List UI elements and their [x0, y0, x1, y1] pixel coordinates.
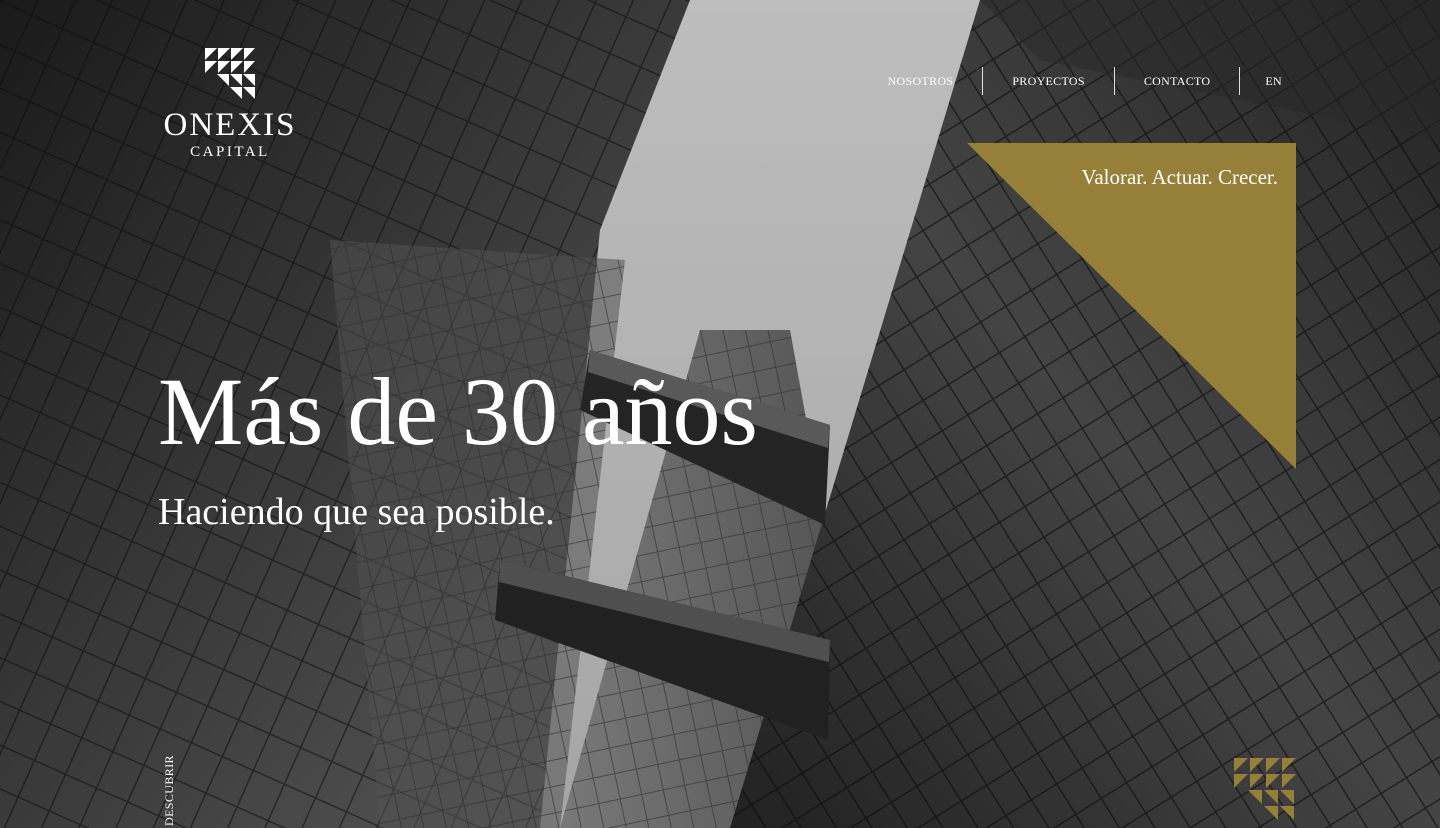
nav-item-contacto[interactable]: CONTACTO — [1115, 67, 1240, 95]
triangle-grid-icon — [205, 48, 255, 99]
tagline: Valorar. Actuar. Crecer. — [1081, 165, 1278, 189]
main-nav: NOSOTROS PROYECTOS CONTACTO EN — [888, 66, 1290, 96]
nav-item-nosotros[interactable]: NOSOTROS — [888, 67, 983, 95]
brand-logo[interactable]: ONEXIS CAPITAL — [150, 48, 310, 162]
hero-subheadline: Haciendo que sea posible. — [158, 491, 555, 533]
discover-label: DESCUBRIR — [162, 755, 176, 826]
brand-name: ONEXIS — [163, 107, 297, 143]
language-switch-en[interactable]: EN — [1240, 67, 1290, 95]
discover-link[interactable]: DESCUBRIR — [162, 738, 176, 828]
brand-subtitle: CAPITAL — [190, 144, 270, 160]
hero-headline: Más de 30 años — [158, 358, 758, 465]
triangle-grid-gold-icon — [1234, 758, 1296, 820]
nav-item-proyectos[interactable]: PROYECTOS — [983, 67, 1114, 95]
hero-section: ONEXIS CAPITAL NOSOTROS PROYECTOS CONTAC… — [0, 0, 1440, 828]
